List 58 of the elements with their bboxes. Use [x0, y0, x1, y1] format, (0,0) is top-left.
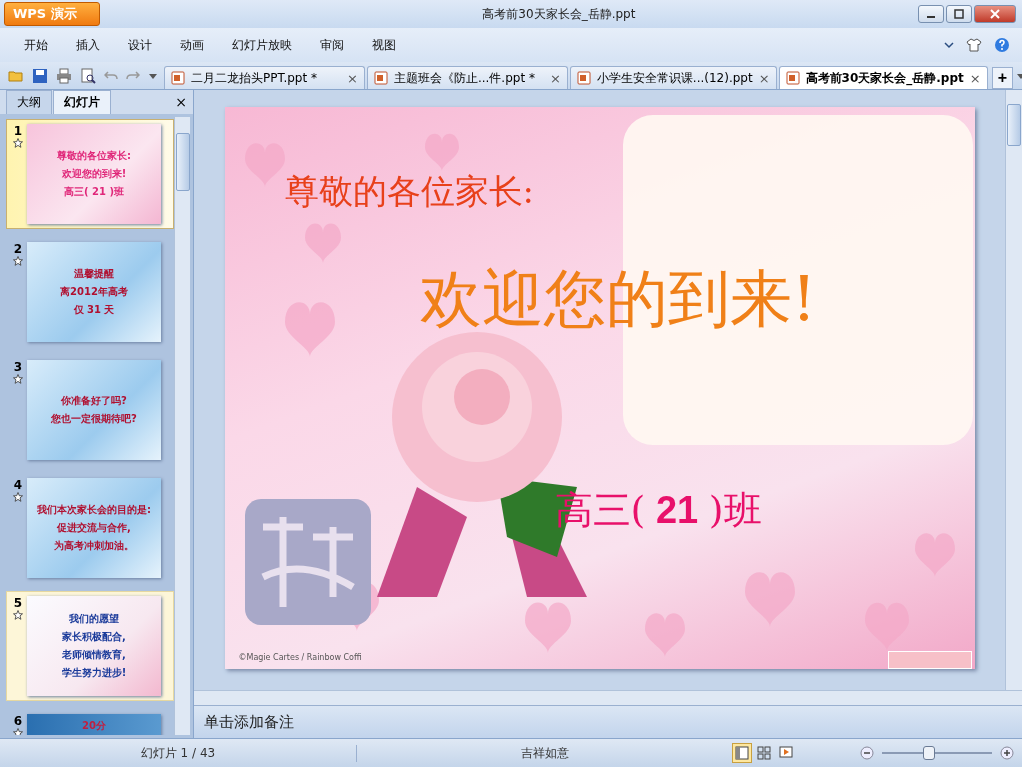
- document-tab[interactable]: 高考前30天家长会_岳静.ppt ×: [778, 66, 988, 89]
- slide-number: 3: [13, 360, 23, 374]
- tab-close-button[interactable]: ×: [758, 70, 770, 86]
- tab-label: 主题班会《防止...件.ppt *: [393, 69, 536, 87]
- slide-thumbnail-item[interactable]: 2 温馨提醒 离2012年高考 仅 31 天: [6, 237, 174, 347]
- menu-item[interactable]: 插入: [64, 32, 112, 58]
- tab-close-button[interactable]: ×: [549, 70, 561, 86]
- document-tab[interactable]: 主题班会《防止...件.ppt * ×: [366, 66, 568, 89]
- tab-label: 小学生安全常识课...(12).ppt: [596, 69, 753, 87]
- menu-item[interactable]: 动画: [168, 32, 216, 58]
- thumbnail-text: 我们本次家长会的目的是:: [37, 503, 151, 517]
- slide-number: 5: [13, 596, 23, 610]
- thumbnail-text: 离2012年高考: [60, 285, 128, 299]
- new-tab-button[interactable]: +: [991, 67, 1013, 89]
- menu-item[interactable]: 设计: [116, 32, 164, 58]
- credit-text: ©Magie Cartes / Rainbow Coffi: [238, 653, 362, 662]
- slide-thumbnail-item[interactable]: 3 你准备好了吗? 您也一定很期待吧?: [6, 355, 174, 465]
- thumbnail-text: 学生努力进步!: [61, 666, 127, 680]
- slide-number: 1: [13, 124, 23, 138]
- panel-close-button[interactable]: ×: [175, 94, 187, 110]
- tab-close-button[interactable]: ×: [969, 70, 981, 86]
- menu-item[interactable]: 审阅: [308, 32, 356, 58]
- menu-item[interactable]: 幻灯片放映: [220, 32, 304, 58]
- tab-label: 高考前30天家长会_岳静.ppt: [805, 69, 964, 87]
- thumbnail-text: 20分: [82, 719, 106, 733]
- slide-thumbnail-item[interactable]: 4 我们本次家长会的目的是: 促进交流与合作, 为高考冲刺加油。: [6, 473, 174, 583]
- window-title: 高考前30天家长会_岳静.ppt: [481, 5, 637, 23]
- slide-thumbnail-item[interactable]: 5 我们的愿望 家长积极配合, 老师倾情教育, 学生努力进步!: [6, 591, 174, 701]
- thumbnail-text: 你准备好了吗?: [61, 394, 127, 408]
- slide-number: 6: [13, 714, 23, 728]
- slide-thumbnail-item[interactable]: 6 20分: [6, 709, 174, 735]
- thumbnail-text: 老师倾情教育,: [62, 648, 126, 662]
- thumbnail-text: 温馨提醒: [74, 267, 114, 281]
- menu-item[interactable]: 视图: [360, 32, 408, 58]
- thumbnail-text: 欢迎您的到来!: [61, 167, 127, 181]
- thumbnail-text: 您也一定很期待吧?: [51, 412, 137, 426]
- slide-count: 幻灯片 1 / 43: [0, 744, 357, 762]
- slide-thumbnail-item[interactable]: 1 尊敬的各位家长: 欢迎您的到来! 高三( 21 )班: [6, 119, 174, 229]
- notes-field[interactable]: 单击添加备注: [194, 705, 1022, 738]
- slide-heading: 尊敬的各位家长:: [284, 170, 534, 213]
- slide-number: 4: [13, 478, 23, 492]
- thumbnail-text: 家长积极配合,: [62, 630, 126, 644]
- tab-label: 二月二龙抬头PPT.ppt *: [191, 69, 318, 87]
- thumbnail-text: 为高考冲刺加油。: [54, 539, 134, 553]
- thumbnail-text: 促进交流与合作,: [57, 521, 131, 535]
- thumbnail-text: 尊敬的各位家长:: [57, 149, 131, 163]
- slide-number: 2: [13, 242, 23, 256]
- document-tab[interactable]: 二月二龙抬头PPT.ppt * ×: [164, 66, 365, 89]
- panel-tab[interactable]: 大纲: [6, 90, 52, 114]
- thumbnail-text: 仅 31 天: [73, 303, 115, 317]
- theme-name: 吉祥如意: [519, 744, 570, 762]
- panel-tab[interactable]: 幻灯片: [53, 90, 111, 114]
- menu-item[interactable]: 开始: [12, 32, 60, 58]
- thumbnail-text: 高三( 21 )班: [64, 185, 124, 199]
- thumbnail-text: 我们的愿望: [69, 612, 119, 626]
- tab-close-button[interactable]: ×: [347, 70, 358, 86]
- document-tab[interactable]: 小学生安全常识课...(12).ppt ×: [569, 66, 777, 89]
- slide-title: 欢迎您的到来!: [419, 261, 817, 337]
